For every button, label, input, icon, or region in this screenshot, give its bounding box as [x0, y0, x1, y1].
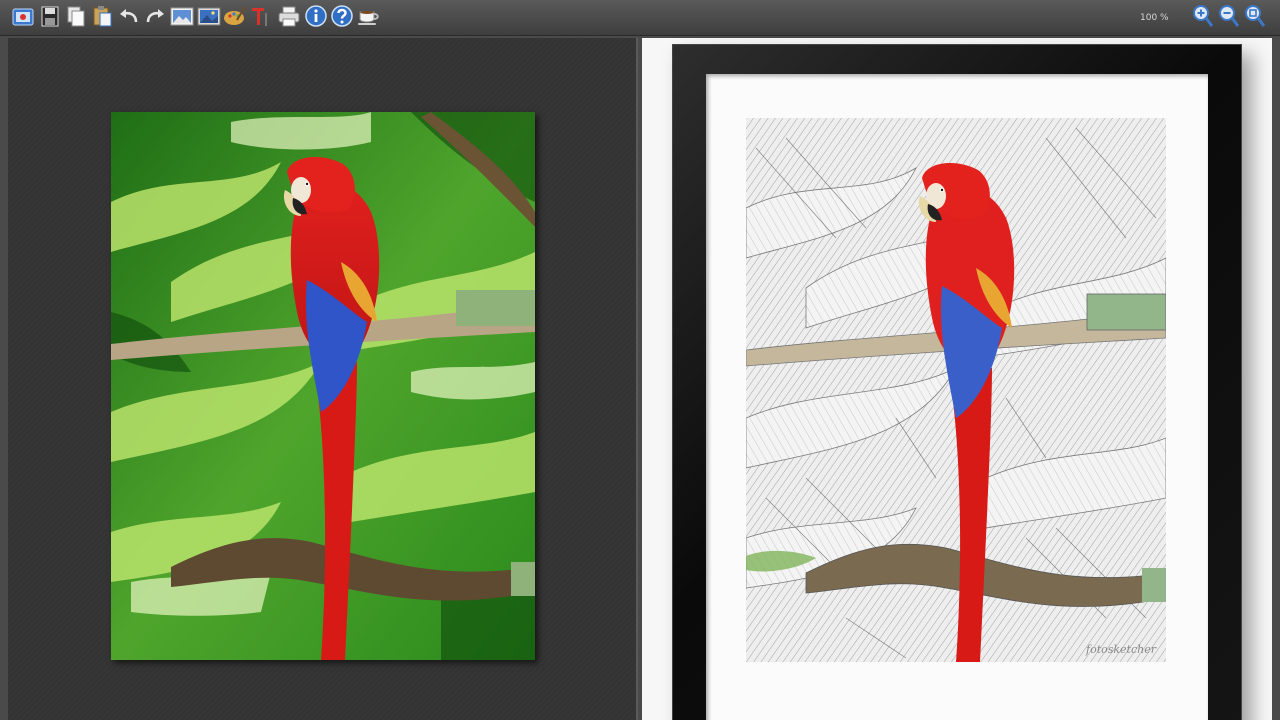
open-button[interactable] — [11, 4, 35, 30]
coffee-cup-icon — [358, 11, 379, 25]
zoom-out-button[interactable] — [1217, 4, 1241, 30]
zoom-in-icon — [1193, 5, 1214, 27]
right-edge-strip — [1272, 38, 1280, 720]
save-disk-icon — [41, 6, 59, 27]
info-icon — [305, 5, 327, 27]
save-button[interactable] — [38, 4, 62, 30]
donate-button[interactable] — [357, 4, 381, 30]
zoom-fit-button[interactable] — [1243, 4, 1267, 30]
original-photo — [111, 112, 535, 660]
sketch-macaw-picture — [746, 118, 1166, 662]
frame-mat: fotosketcher — [706, 74, 1208, 720]
zoom-fit-icon — [1245, 5, 1266, 27]
text-button[interactable] — [249, 4, 273, 30]
help-icon — [331, 5, 353, 27]
palette-button[interactable] — [223, 4, 247, 30]
zoom-level-label: 100 % — [1140, 13, 1169, 23]
zoom-out-icon — [1219, 5, 1240, 27]
printer-icon — [278, 6, 300, 27]
paste-icon — [93, 6, 112, 27]
open-image-icon — [12, 8, 34, 26]
undo-button[interactable] — [117, 4, 141, 30]
original-image-panel[interactable] — [8, 38, 638, 720]
background-button[interactable] — [170, 4, 194, 30]
palette-icon — [224, 6, 246, 25]
result-image-panel[interactable]: fotosketcher — [642, 38, 1272, 720]
scarlet-macaw-photo — [111, 112, 535, 660]
help-button[interactable] — [330, 4, 354, 30]
print-button[interactable] — [277, 4, 301, 30]
copy-button[interactable] — [64, 4, 88, 30]
info-button[interactable] — [304, 4, 328, 30]
redo-button[interactable] — [143, 4, 167, 30]
text-tool-icon — [252, 8, 267, 26]
redo-arrow-icon — [146, 9, 164, 23]
signature-watermark: fotosketcher — [1086, 643, 1156, 656]
landscape-icon — [170, 7, 194, 26]
copy-icon — [67, 6, 85, 27]
paste-button[interactable] — [90, 4, 114, 30]
picture-frame: fotosketcher — [672, 44, 1242, 720]
zoom-in-button[interactable] — [1191, 4, 1215, 30]
toolbar: 100 % — [0, 0, 1280, 36]
framed-picture-icon — [197, 7, 221, 26]
frame-button[interactable] — [197, 4, 221, 30]
undo-arrow-icon — [120, 9, 138, 23]
pencil-sketch-image: fotosketcher — [746, 118, 1166, 662]
